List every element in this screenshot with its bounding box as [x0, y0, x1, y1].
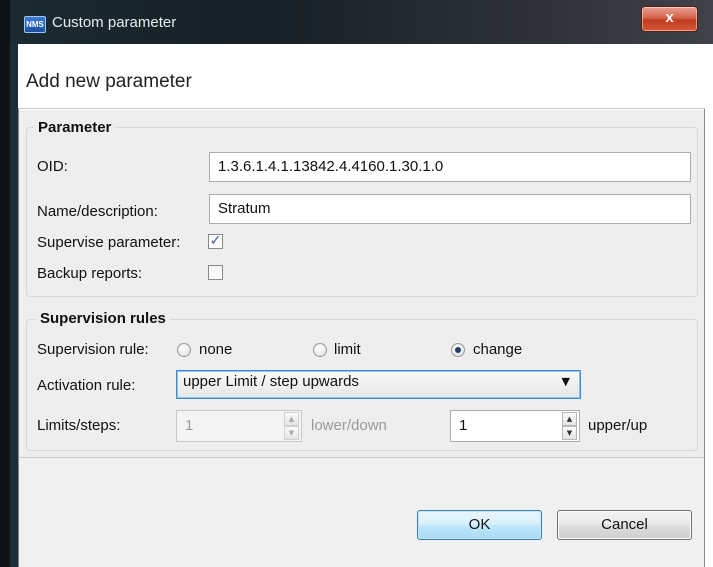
close-button[interactable]: x — [641, 6, 698, 32]
lower-down-label: lower/down — [311, 417, 387, 434]
radio-change-label[interactable]: change — [473, 341, 522, 358]
window-frame-left — [0, 0, 10, 567]
upper-limit-value: 1 — [459, 417, 468, 434]
triangle-up-icon: ▲ — [284, 412, 299, 426]
backup-label: Backup reports: — [37, 265, 143, 282]
dialog-heading: Add new parameter — [26, 71, 192, 92]
supervision-rule-label: Supervision rule: — [37, 341, 149, 358]
lower-limit-value: 1 — [185, 417, 194, 434]
triangle-down-icon[interactable]: ▼ — [562, 426, 577, 440]
triangle-up-icon[interactable]: ▲ — [562, 412, 577, 426]
cancel-button[interactable]: Cancel — [557, 510, 692, 540]
radio-selected-dot — [455, 347, 461, 353]
parameter-group-title: Parameter — [34, 119, 116, 136]
limits-steps-label: Limits/steps: — [37, 417, 121, 434]
close-icon: x — [665, 9, 674, 26]
chevron-down-icon: ▼ — [561, 375, 570, 388]
supervision-rules-title: Supervision rules — [36, 310, 170, 327]
ok-button[interactable]: OK — [417, 510, 542, 540]
upper-limit-spinner[interactable]: 1 ▲ ▼ — [450, 410, 580, 442]
triangle-down-icon: ▼ — [284, 426, 299, 440]
activation-rule-value: upper Limit / step upwards — [183, 373, 359, 390]
backup-reports-checkbox[interactable] — [208, 265, 223, 280]
name-description-field[interactable]: Stratum — [209, 194, 691, 224]
activation-rule-select[interactable]: upper Limit / step upwards ▼ — [176, 370, 581, 399]
checkmark-icon: ✓ — [209, 233, 222, 249]
nms-app-icon: NMS — [24, 16, 46, 33]
radio-none-label[interactable]: none — [199, 341, 232, 358]
radio-none[interactable] — [177, 343, 191, 357]
radio-limit[interactable] — [313, 343, 327, 357]
oid-label: OID: — [37, 158, 68, 175]
window-frame-border — [10, 0, 18, 567]
name-label: Name/description: — [37, 203, 158, 220]
supervise-checkbox[interactable]: ✓ — [208, 234, 223, 249]
activation-rule-label: Activation rule: — [37, 377, 136, 394]
radio-change[interactable] — [451, 343, 465, 357]
lower-limit-spinner[interactable]: 1 ▲ ▼ — [176, 410, 302, 442]
radio-limit-label[interactable]: limit — [334, 341, 361, 358]
supervise-label: Supervise parameter: — [37, 234, 181, 251]
window-title: Custom parameter — [52, 14, 177, 31]
oid-field[interactable]: 1.3.6.1.4.1.13842.4.4160.1.30.1.0 — [209, 152, 691, 182]
upper-up-label: upper/up — [588, 417, 648, 434]
